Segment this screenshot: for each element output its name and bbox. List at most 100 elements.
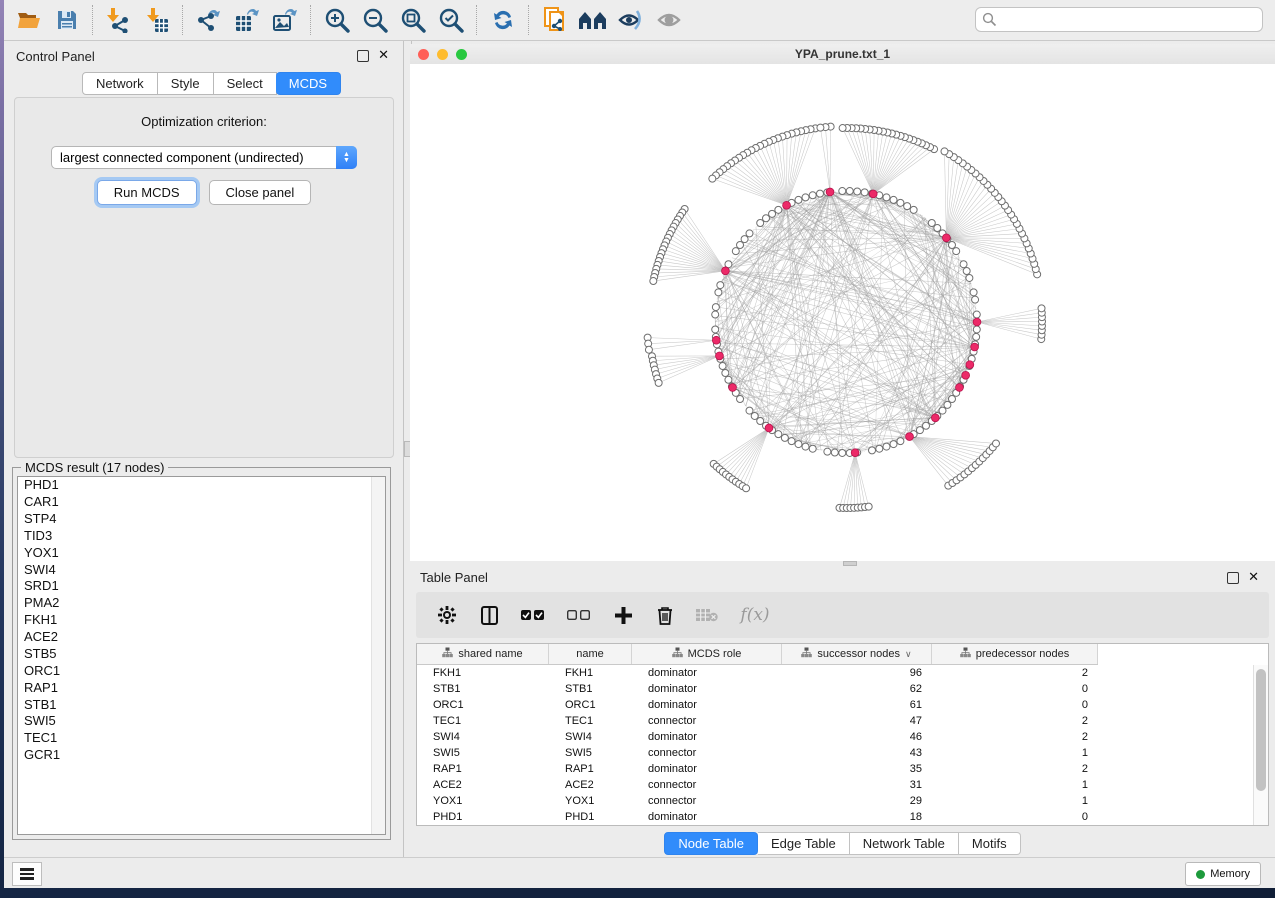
import-table-icon[interactable] [138,3,176,37]
mcds-node-item[interactable]: SWI4 [18,561,385,578]
table-row[interactable]: PHD1PHD1dominator180 [417,809,1254,825]
mcds-node-item[interactable]: TID3 [18,528,385,545]
deselect-all-columns-icon[interactable] [566,604,592,626]
show-all-icon[interactable] [650,3,688,37]
mcds-node-item[interactable]: PHD1 [18,477,385,494]
mcds-node-item[interactable]: PMA2 [18,595,385,612]
close-panel-button[interactable]: Close panel [209,180,312,205]
tab-edge-table[interactable]: Edge Table [758,832,850,855]
table-row[interactable]: YOX1YOX1connector291 [417,793,1254,809]
status-bar: Memory [4,857,1275,888]
delete-table-icon[interactable] [696,604,718,626]
save-session-icon[interactable] [48,3,86,37]
table-row[interactable]: FKH1FKH1dominator962 [417,665,1254,681]
search-field[interactable] [975,7,1263,32]
mcds-node-item[interactable]: CAR1 [18,494,385,511]
mcds-node-item[interactable]: GCR1 [18,747,385,764]
table-cell: ACE2 [417,779,549,791]
network-graph[interactable] [410,64,1275,561]
minimize-window-icon[interactable] [437,49,448,60]
tab-select[interactable]: Select [214,72,277,95]
mcds-list-scrollbar[interactable] [371,477,385,834]
zoom-in-icon[interactable] [318,3,356,37]
float-panel-icon[interactable] [1227,572,1239,584]
mcds-node-item[interactable]: STB1 [18,696,385,713]
hide-selected-icon[interactable] [612,3,650,37]
tab-network-table[interactable]: Network Table [850,832,959,855]
mcds-node-item[interactable]: ACE2 [18,629,385,646]
tab-style[interactable]: Style [158,72,214,95]
memory-label: Memory [1210,868,1250,880]
table-settings-icon[interactable] [436,604,458,626]
memory-button[interactable]: Memory [1185,862,1261,886]
table-cell: YOX1 [549,795,632,807]
table-scrollbar[interactable] [1253,665,1268,825]
close-panel-icon[interactable]: ✕ [378,50,389,62]
mcds-node-item[interactable]: RAP1 [18,680,385,697]
tab-node-table[interactable]: Node Table [664,832,758,855]
tab-motifs[interactable]: Motifs [959,832,1021,855]
mcds-node-item[interactable]: STB5 [18,646,385,663]
select-all-columns-icon[interactable] [520,604,546,626]
network-canvas[interactable] [410,64,1275,561]
export-image-icon[interactable] [266,3,304,37]
scrollbar-thumb[interactable] [1256,669,1266,791]
optimization-criterion-label: Optimization criterion: [15,114,393,129]
table-cell: 96 [782,667,932,679]
table-cell: dominator [632,731,782,743]
import-network-icon[interactable] [100,3,138,37]
export-network-icon[interactable] [190,3,228,37]
search-icon [982,12,997,27]
close-window-icon[interactable] [418,49,429,60]
table-cell: 46 [782,731,932,743]
mcds-node-item[interactable]: ORC1 [18,663,385,680]
table-row[interactable]: STB1STB1dominator620 [417,681,1254,697]
new-network-from-selection-icon[interactable] [536,3,574,37]
mcds-node-item[interactable]: SRD1 [18,578,385,595]
apply-function-icon[interactable]: f(x) [738,604,772,626]
maximize-window-icon[interactable] [456,49,467,60]
optimization-criterion-select[interactable]: largest connected component (undirected)… [51,146,357,169]
run-mcds-button[interactable]: Run MCDS [97,180,197,205]
mcds-node-item[interactable]: FKH1 [18,612,385,629]
zoom-selected-icon[interactable] [432,3,470,37]
zoom-out-icon[interactable] [356,3,394,37]
delete-column-icon[interactable] [654,604,676,626]
table-cell: 29 [782,795,932,807]
table-row[interactable]: ORC1ORC1dominator610 [417,697,1254,713]
zoom-fit-icon[interactable] [394,3,432,37]
column-header-predecessor-nodes[interactable]: predecessor nodes [932,644,1098,664]
sort-chevron-icon[interactable]: ∨ [905,649,912,660]
mcds-node-item[interactable]: TEC1 [18,730,385,747]
table-cell: STB1 [417,683,549,695]
column-header-MCDS-role[interactable]: MCDS role [632,644,782,664]
refresh-view-icon[interactable] [484,3,522,37]
toolbar-separator [310,5,312,35]
table-row[interactable]: SWI4SWI4dominator462 [417,729,1254,745]
show-column-panel-icon[interactable] [478,604,500,626]
mcds-result-list[interactable]: PHD1CAR1STP4TID3YOX1SWI4SRD1PMA2FKH1ACE2… [17,476,386,835]
close-panel-icon[interactable]: ✕ [1248,572,1259,584]
open-file-icon[interactable] [10,3,48,37]
table-cell: 2 [932,667,1098,679]
tab-network[interactable]: Network [82,72,158,95]
column-header-shared-name[interactable]: shared name [417,644,549,664]
float-panel-icon[interactable] [357,50,369,62]
first-neighbors-icon[interactable] [574,3,612,37]
table-row[interactable]: ACE2ACE2connector311 [417,777,1254,793]
mcds-node-item[interactable]: STP4 [18,511,385,528]
column-header-name[interactable]: name [549,644,632,664]
add-column-icon[interactable] [612,604,634,626]
table-row[interactable]: RAP1RAP1dominator352 [417,761,1254,777]
mcds-node-item[interactable]: SWI5 [18,713,385,730]
table-cell: dominator [632,683,782,695]
export-table-icon[interactable] [228,3,266,37]
mcds-panel: Optimization criterion: largest connecte… [14,97,394,458]
tab-mcds[interactable]: MCDS [276,72,341,95]
search-input[interactable] [997,12,1262,28]
column-header-successor-nodes[interactable]: successor nodes∨ [782,644,932,664]
mcds-node-item[interactable]: YOX1 [18,545,385,562]
table-row[interactable]: TEC1TEC1connector472 [417,713,1254,729]
show-panel-menu-button[interactable] [12,862,42,886]
table-row[interactable]: SWI5SWI5connector431 [417,745,1254,761]
